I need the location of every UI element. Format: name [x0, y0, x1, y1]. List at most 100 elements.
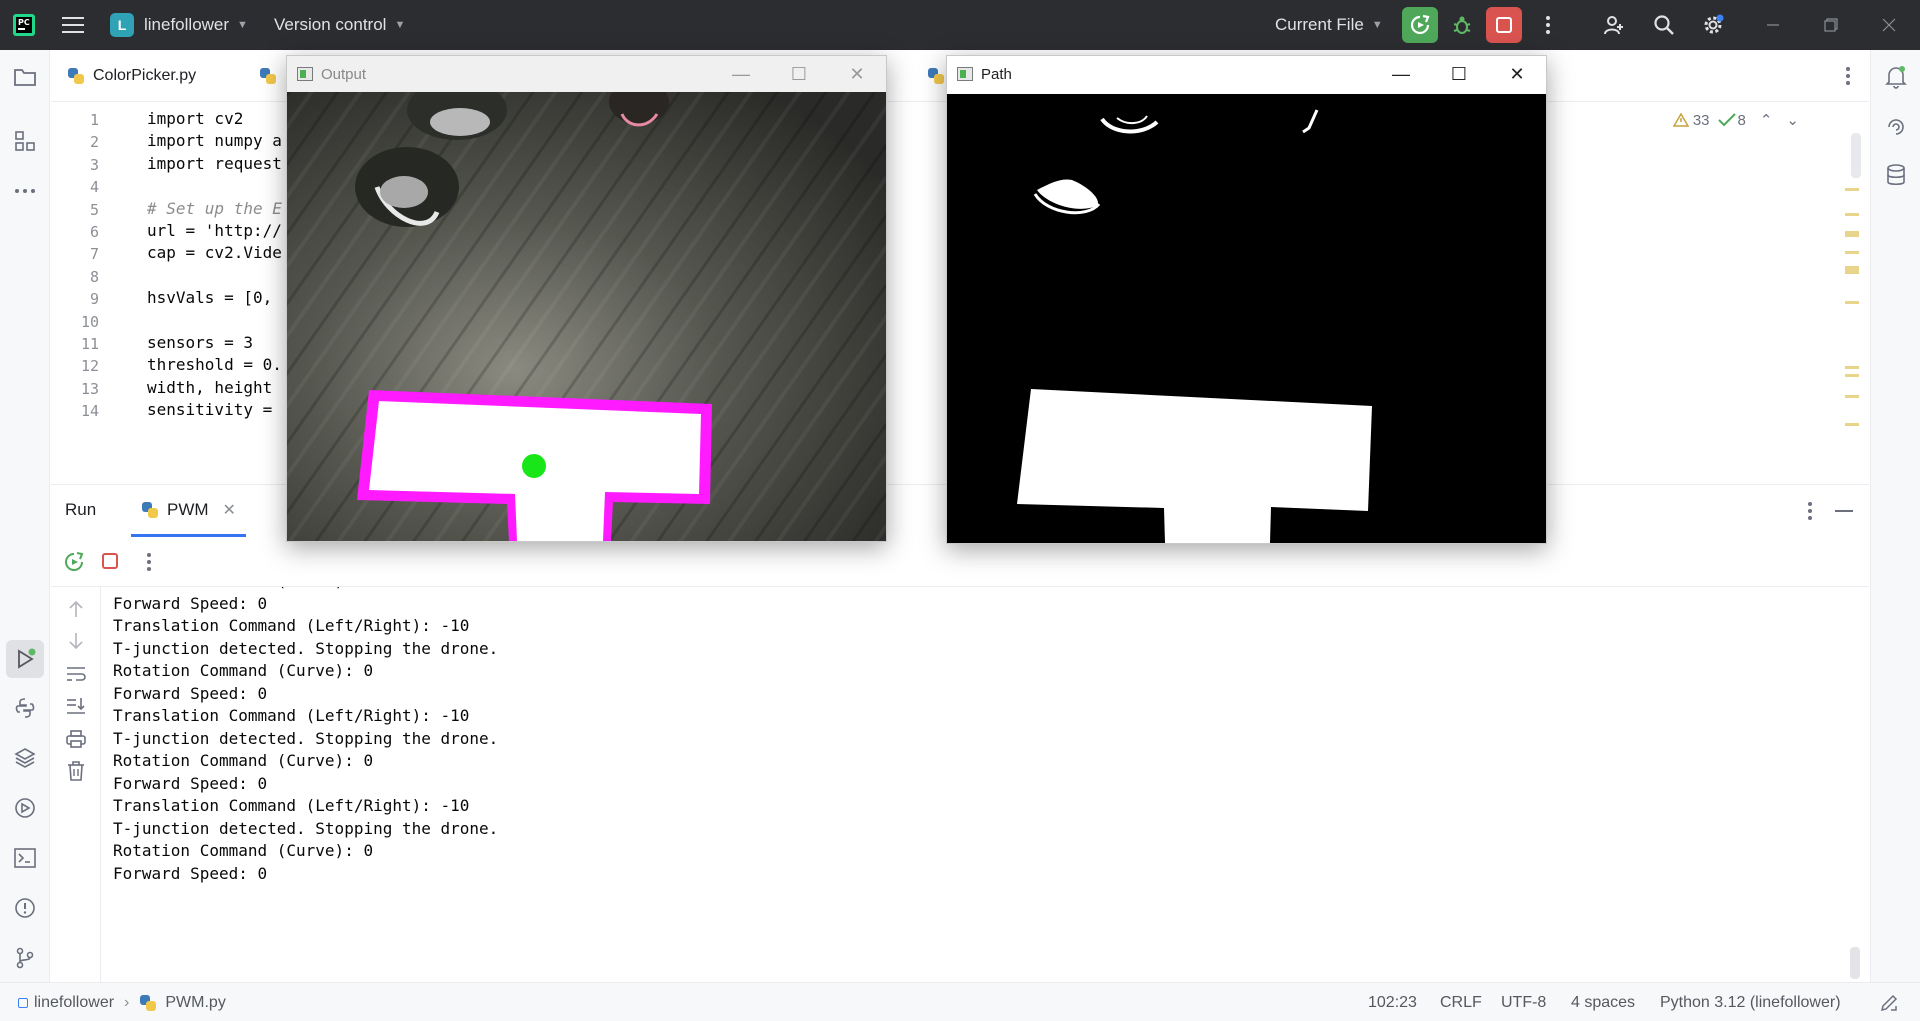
code-with-me-button[interactable]: [1596, 7, 1632, 43]
tab-colorpicker[interactable]: ColorPicker.py: [67, 50, 196, 102]
caret-position[interactable]: 102:23: [1368, 983, 1417, 1021]
services-icon[interactable]: [13, 796, 37, 820]
tab-hidden[interactable]: [259, 50, 285, 102]
interpreter-selector[interactable]: Python 3.12 (linefollower): [1660, 983, 1841, 1021]
line-number: 3: [89, 155, 99, 174]
more-tools-icon[interactable]: [13, 179, 37, 203]
problems-icon[interactable]: [13, 896, 37, 920]
stop-icon[interactable]: [101, 552, 119, 575]
more-actions-button[interactable]: [1530, 7, 1566, 43]
terminal-icon[interactable]: [13, 846, 37, 870]
line-number: 8: [89, 267, 99, 286]
run-panel-options-button[interactable]: [1807, 501, 1813, 526]
console-scrollbar[interactable]: [1850, 947, 1860, 979]
close-window-button[interactable]: [1859, 0, 1919, 50]
warning-stripe[interactable]: [1845, 213, 1859, 216]
code-line[interactable]: width, height: [147, 378, 272, 397]
line-separator[interactable]: CRLF: [1440, 983, 1482, 1021]
console-output[interactable]: Rotation Command (Curve): 0 Forward Speed…: [101, 587, 1868, 982]
close-icon[interactable]: ✕: [828, 56, 886, 92]
settings-button[interactable]: [1695, 7, 1731, 43]
maximize-icon[interactable]: ☐: [1430, 56, 1488, 92]
ai-assistant-icon[interactable]: [1884, 115, 1908, 139]
warning-stripe[interactable]: [1845, 251, 1859, 254]
indent-setting[interactable]: 4 spaces: [1571, 983, 1635, 1021]
console-line: T-junction detected. Stopping the drone.: [113, 638, 499, 658]
breadcrumb-project[interactable]: linefollower: [34, 994, 114, 1012]
minimize-window-button[interactable]: [1743, 0, 1803, 50]
more-run-actions-icon[interactable]: [146, 552, 152, 577]
code-line[interactable]: sensors = 3: [147, 333, 253, 352]
database-icon[interactable]: [1884, 163, 1908, 187]
code-line[interactable]: # Set up the E: [147, 199, 282, 218]
arrow-up-icon[interactable]: [64, 597, 88, 621]
scroll-to-end-icon[interactable]: [64, 694, 88, 718]
output-window-titlebar[interactable]: Output — ☐ ✕: [287, 56, 886, 92]
run-tool-icon[interactable]: [6, 640, 44, 678]
stop-button[interactable]: [1486, 7, 1522, 43]
main-menu-button[interactable]: [62, 0, 84, 50]
minimize-icon[interactable]: —: [712, 56, 770, 92]
chevron-up-icon[interactable]: ⌃: [1760, 111, 1773, 129]
close-tab-icon[interactable]: ✕: [223, 500, 236, 520]
path-window[interactable]: Path — ☐ ✕: [946, 55, 1547, 544]
layers-icon[interactable]: [13, 746, 37, 770]
hide-panel-icon[interactable]: [1835, 510, 1853, 512]
vcs-label: Version control: [274, 15, 387, 34]
minimize-icon[interactable]: —: [1372, 56, 1430, 92]
structure-icon[interactable]: [13, 129, 37, 153]
python-console-icon[interactable]: [13, 696, 37, 720]
warning-stripe[interactable]: [1845, 301, 1859, 304]
rerun-icon[interactable]: [63, 551, 85, 578]
code-line[interactable]: import request: [147, 154, 282, 173]
python-file-icon: [67, 67, 85, 85]
breadcrumb-file[interactable]: PWM.py: [165, 994, 225, 1012]
restore-icon: [1824, 18, 1838, 32]
soft-wrap-icon[interactable]: [64, 662, 88, 686]
code-line[interactable]: hsvVals = [0,: [147, 288, 272, 307]
readonly-toggle-icon[interactable]: [1880, 983, 1898, 1021]
code-line[interactable]: import cv2: [147, 109, 243, 128]
notifications-icon[interactable]: [1884, 65, 1908, 89]
warning-stripe[interactable]: [1845, 266, 1859, 274]
chevron-down-icon[interactable]: ⌄: [1786, 111, 1799, 129]
arrow-down-icon[interactable]: [64, 629, 88, 653]
add-user-icon: [1604, 16, 1623, 35]
line-number: 1: [89, 111, 99, 129]
warning-stripe[interactable]: [1845, 423, 1859, 426]
maximize-icon[interactable]: ☐: [770, 56, 828, 92]
editor-scrollbar[interactable]: [1851, 133, 1861, 178]
warning-stripe[interactable]: [1845, 395, 1859, 398]
restore-window-button[interactable]: [1801, 0, 1861, 50]
warning-stripe[interactable]: [1845, 366, 1859, 369]
code-line[interactable]: threshold = 0.: [147, 355, 282, 374]
code-line[interactable]: url = 'http://: [147, 221, 282, 240]
folder-icon[interactable]: [13, 65, 37, 89]
rerun-button[interactable]: [1402, 7, 1438, 43]
project-selector[interactable]: L linefollower ▼: [110, 0, 248, 50]
print-icon[interactable]: [64, 727, 88, 751]
console-line: Translation Command (Left/Right): -10: [113, 616, 470, 635]
git-branch-icon[interactable]: [13, 946, 37, 970]
file-encoding[interactable]: UTF-8: [1501, 983, 1546, 1021]
warning-stripe[interactable]: [1845, 374, 1859, 377]
tab-options-button[interactable]: [1845, 66, 1851, 91]
code-line[interactable]: import numpy a: [147, 131, 282, 150]
trash-icon[interactable]: [64, 759, 88, 783]
close-icon[interactable]: ✕: [1488, 56, 1546, 92]
code-line[interactable]: sensitivity =: [147, 400, 272, 419]
search-button[interactable]: [1646, 7, 1682, 43]
run-config-selector[interactable]: Current File ▼: [1275, 0, 1383, 50]
warning-stripe[interactable]: [1845, 231, 1859, 237]
warning-stripe[interactable]: [1845, 188, 1859, 191]
python-file-icon: [139, 994, 157, 1012]
code-line[interactable]: cap = cv2.Vide: [147, 243, 282, 262]
vcs-selector[interactable]: Version control ▼: [274, 0, 405, 50]
inspection-widget[interactable]: 33 8 ⌃ ⌄: [1672, 111, 1799, 129]
output-window[interactable]: Output — ☐ ✕: [286, 55, 887, 542]
tab-pwm[interactable]: PWM ✕: [131, 485, 246, 537]
debug-button[interactable]: [1444, 7, 1480, 43]
breadcrumb[interactable]: linefollower › PWM.py: [18, 983, 226, 1021]
path-window-titlebar[interactable]: Path — ☐ ✕: [947, 56, 1546, 92]
console-line: Rotation Command (Curve): 0: [113, 841, 374, 860]
